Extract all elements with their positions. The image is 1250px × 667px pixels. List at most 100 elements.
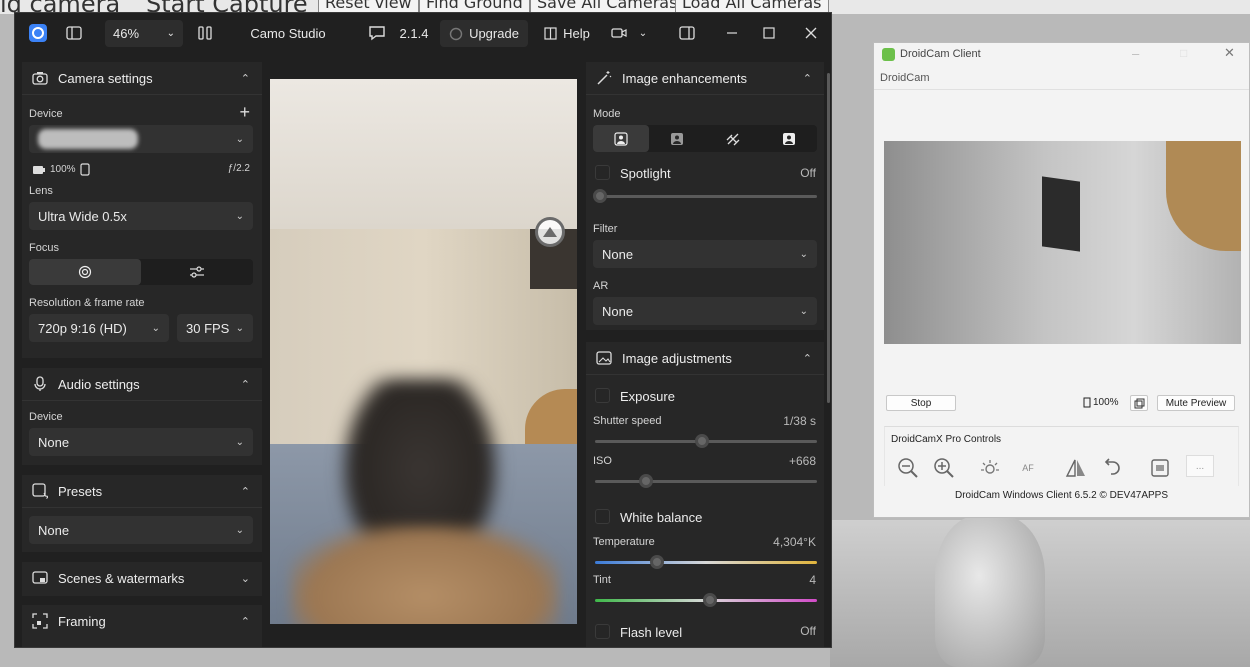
resolution-select[interactable]: 720p 9:16 (HD) ⌄	[29, 314, 169, 342]
camera-switch-icon[interactable]	[535, 217, 565, 247]
audio-device-select[interactable]: None ⌄	[29, 428, 253, 456]
droidcam-menu[interactable]: DroidCam	[880, 72, 930, 84]
autofocus-button[interactable]: AF	[1014, 455, 1042, 481]
mode-blur-option[interactable]	[649, 125, 705, 152]
maximize-button[interactable]	[757, 13, 781, 53]
feedback-icon[interactable]	[364, 13, 390, 53]
iso-slider-knob[interactable]	[639, 474, 654, 488]
audio-settings-header[interactable]: Audio settings ⌃	[22, 368, 262, 400]
add-device-icon[interactable]: +	[239, 102, 250, 123]
temperature-slider-knob[interactable]	[650, 555, 665, 569]
shutter-speed-slider[interactable]	[595, 434, 817, 448]
chevron-down-icon[interactable]: ⌄	[241, 572, 250, 585]
battery-value: 100%	[50, 164, 76, 175]
tint-value: 4	[809, 573, 816, 587]
sliders-icon	[190, 266, 204, 278]
camera-settings-panel: Camera settings ⌃ Device + ⌄ 100% ƒ/2.2 …	[22, 62, 262, 358]
droidcam-close-button[interactable]: ✕	[1224, 45, 1235, 61]
split-view-icon[interactable]	[193, 13, 217, 53]
camera-menu-chevron-icon[interactable]: ⌄	[633, 13, 653, 53]
audio-settings-title: Audio settings	[58, 376, 140, 392]
ar-label: AR	[593, 280, 609, 292]
focus-manual-option[interactable]	[141, 259, 253, 285]
droidcam-maximize-button[interactable]: □	[1180, 46, 1187, 60]
image-adjustments-header[interactable]: Image adjustments ⌃	[586, 342, 824, 374]
iso-slider[interactable]	[595, 474, 817, 488]
chevron-up-icon[interactable]: ⌃	[241, 378, 250, 391]
zoom-out-icon[interactable]	[894, 455, 922, 481]
divider	[22, 507, 262, 508]
chevron-down-icon: ⌄	[799, 248, 808, 260]
divider	[586, 94, 824, 95]
camera-settings-header[interactable]: Camera settings ⌃	[22, 62, 262, 94]
lens-select[interactable]: Ultra Wide 0.5x ⌄	[29, 202, 253, 230]
presets-header[interactable]: Presets ⌃	[22, 475, 262, 507]
chevron-up-icon[interactable]: ⌃	[803, 72, 812, 85]
upgrade-label: Upgrade	[469, 26, 519, 41]
mode-selector[interactable]	[593, 125, 817, 152]
zoom-in-icon[interactable]	[930, 455, 958, 481]
filter-select[interactable]: None ⌄	[593, 240, 817, 268]
portrait-icon	[614, 131, 628, 146]
mode-background-option[interactable]	[761, 125, 817, 152]
snapshot-button[interactable]	[1130, 395, 1148, 411]
audio-settings-panel: Audio settings ⌃ Device None ⌄	[22, 368, 262, 465]
framing-title: Framing	[58, 613, 106, 629]
panel-toggle-icon[interactable]	[675, 13, 699, 53]
rotate-icon[interactable]	[1098, 455, 1126, 481]
temperature-slider[interactable]	[595, 555, 817, 569]
spotlight-slider-knob[interactable]	[593, 189, 607, 203]
upgrade-button[interactable]: Upgrade	[440, 20, 528, 47]
mirror-icon[interactable]	[1062, 455, 1090, 481]
image-enhancements-header[interactable]: Image enhancements ⌃	[586, 62, 824, 94]
droidcam-battery: 100%	[1083, 397, 1119, 408]
light-icon[interactable]	[976, 455, 1004, 481]
shutter-speed-slider-knob[interactable]	[694, 434, 709, 448]
framing-icon	[32, 613, 48, 629]
audio-device-value: None	[38, 434, 70, 450]
pro-controls-title: DroidCamX Pro Controls	[891, 434, 1002, 445]
tint-slider[interactable]	[595, 593, 817, 607]
image-adjustments-panel: Image adjustments ⌃ Exposure Shutter spe…	[586, 342, 824, 647]
chevron-up-icon[interactable]: ⌃	[803, 352, 812, 365]
resolution-value: 720p 9:16 (HD)	[38, 320, 127, 336]
more-options-button[interactable]: ...	[1186, 455, 1214, 477]
chevron-up-icon[interactable]: ⌃	[241, 485, 250, 498]
focus-auto-option[interactable]	[29, 259, 141, 285]
white-balance-checkbox[interactable]	[595, 509, 610, 524]
minimize-button[interactable]	[720, 13, 744, 53]
mode-off-option[interactable]	[705, 125, 761, 152]
stop-button[interactable]: Stop	[886, 395, 956, 411]
divider	[22, 400, 262, 401]
spotlight-checkbox[interactable]	[595, 165, 610, 180]
droidcam-minimize-button[interactable]: –	[1132, 46, 1139, 61]
zoom-select[interactable]: 46% ⌄	[105, 20, 183, 47]
temperature-value: 4,304°K	[773, 535, 816, 549]
ar-select[interactable]: None ⌄	[593, 297, 817, 325]
presets-title: Presets	[58, 483, 103, 499]
scenes-header[interactable]: Scenes & watermarks ⌄	[22, 562, 262, 594]
fps-select[interactable]: 30 FPS ⌄	[177, 314, 253, 342]
chevron-down-icon: ⌄	[166, 28, 175, 39]
sidebar-toggle-icon[interactable]	[61, 13, 87, 53]
tint-slider-knob[interactable]	[703, 593, 718, 607]
temperature-label: Temperature	[593, 536, 655, 548]
camera-icon[interactable]	[609, 13, 629, 53]
chevron-up-icon[interactable]: ⌃	[241, 615, 250, 628]
spotlight-slider[interactable]	[593, 189, 817, 203]
mute-preview-button[interactable]: Mute Preview	[1157, 395, 1235, 411]
framing-header[interactable]: Framing ⌃	[22, 605, 262, 637]
preset-select[interactable]: None ⌄	[29, 516, 253, 544]
resolution-icon[interactable]	[1146, 455, 1174, 481]
preview-ceiling	[270, 79, 577, 229]
focus-mode-toggle[interactable]	[29, 259, 253, 285]
scrollbar[interactable]	[827, 73, 830, 403]
device-select[interactable]: ⌄	[29, 125, 253, 153]
mode-portrait-option[interactable]	[593, 125, 649, 152]
help-button[interactable]: Help	[539, 13, 595, 53]
chevron-up-icon[interactable]: ⌃	[241, 72, 250, 85]
camo-window: 46% ⌄ Camo Studio 2.1.4 Upgrade Help ⌄ C…	[14, 12, 832, 648]
close-button[interactable]	[799, 13, 823, 53]
exposure-checkbox[interactable]	[595, 388, 610, 403]
flash-level-checkbox[interactable]	[595, 624, 610, 639]
